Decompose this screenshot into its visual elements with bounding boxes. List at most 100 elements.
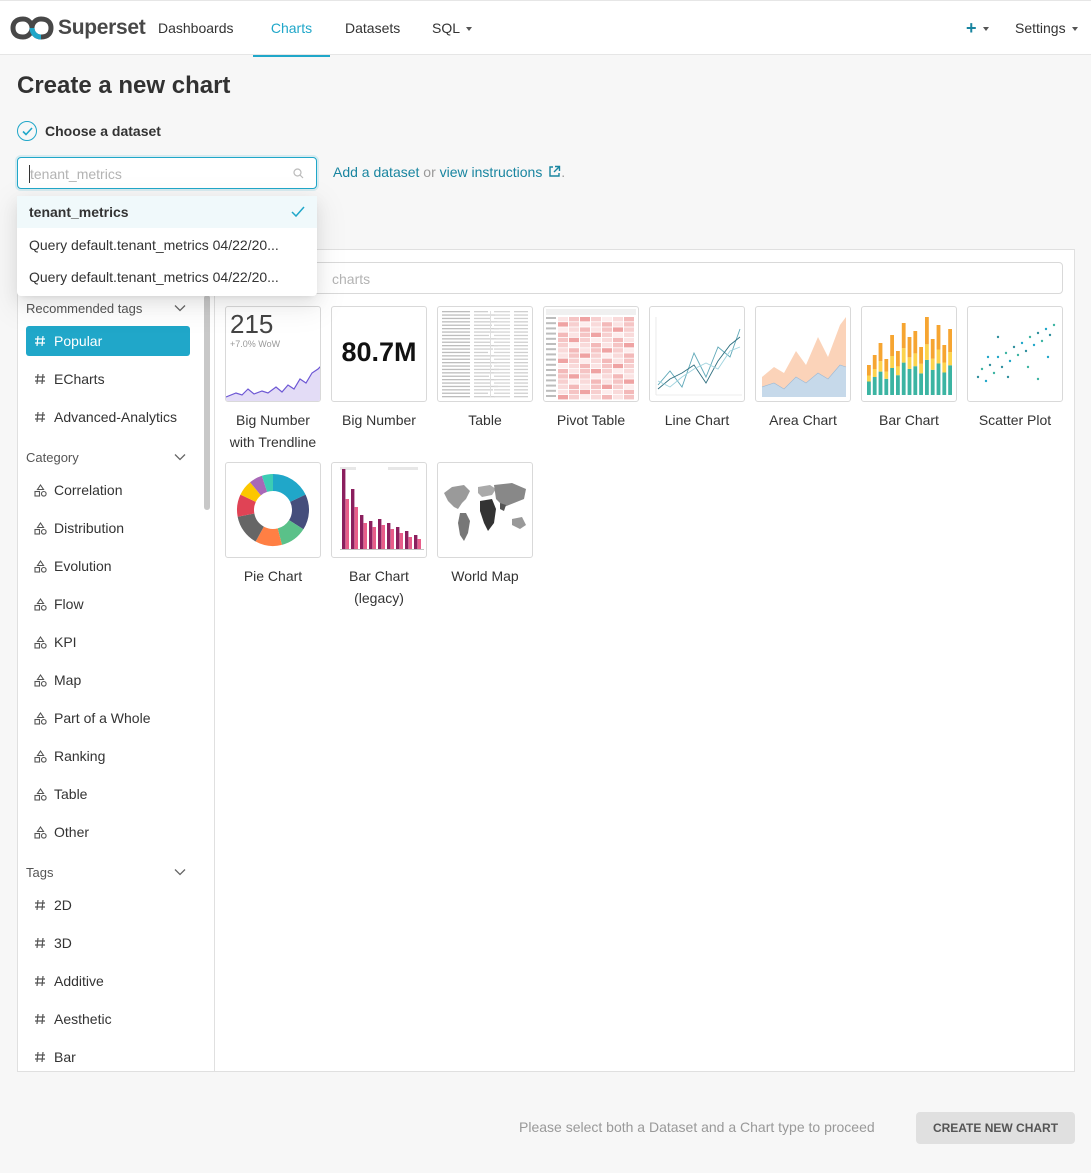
nav-dashboards[interactable]: Dashboards	[158, 1, 234, 56]
thumb-value: 80.7M	[341, 337, 417, 367]
create-new-chart-button[interactable]: CREATE NEW CHART	[916, 1112, 1075, 1144]
pivot-table-graphic	[546, 309, 636, 400]
step-label: Choose a dataset	[45, 123, 161, 139]
dataset-option[interactable]: Query default.tenant_metrics 04/22/20...	[17, 261, 317, 293]
shapes-icon	[33, 741, 47, 771]
sidebar-item-label: 3D	[54, 935, 72, 951]
chart-tile-label-line: Big Number	[236, 412, 310, 428]
brand-logo[interactable]: Superset	[10, 13, 146, 43]
sidebar-item-label: Bar	[54, 1049, 76, 1065]
help-or: or	[419, 164, 440, 180]
sidebar-item-label: Popular	[54, 333, 103, 349]
sidebar-item-other[interactable]: Other	[26, 817, 190, 847]
section-header-label: Recommended tags	[26, 301, 143, 316]
sidebar-item-flow[interactable]: Flow	[26, 589, 190, 619]
shapes-icon	[33, 627, 47, 657]
sidebar-item-kpi[interactable]: KPI	[26, 627, 190, 657]
sidebar-item-tag-2d[interactable]: 2D	[26, 890, 190, 920]
sidebar-item-tag-aesthetic[interactable]: Aesthetic	[26, 1004, 190, 1034]
brand-name: Superset	[58, 16, 146, 39]
chart-thumbnail	[649, 306, 745, 402]
add-dataset-link[interactable]: Add a dataset	[333, 164, 419, 180]
plus-icon: +	[966, 18, 977, 38]
dataset-option[interactable]: Query default.tenant_metrics 04/22/20...	[17, 229, 317, 261]
chevron-down-icon	[466, 27, 473, 32]
legacy-bar-chart-graphic	[340, 467, 424, 550]
dataset-select-input[interactable]: tenant_metrics	[17, 157, 317, 189]
chart-filter-sidebar: Recommended tags Popular ECharts Advance…	[18, 250, 200, 1071]
sidebar-item-table[interactable]: Table	[26, 779, 190, 809]
nav-charts[interactable]: Charts	[253, 1, 330, 57]
shapes-icon	[33, 817, 47, 847]
pie-chart-graphic	[237, 474, 309, 546]
shapes-icon	[33, 779, 47, 809]
sidebar-item-map[interactable]: Map	[26, 665, 190, 695]
hash-icon	[33, 966, 47, 996]
nav-datasets[interactable]: Datasets	[345, 1, 400, 56]
hash-icon	[33, 364, 47, 394]
sidebar-item-label: Ranking	[54, 748, 106, 764]
sidebar-item-label: Flow	[54, 596, 84, 612]
search-icon	[293, 168, 304, 179]
chart-tile-label: Bar Chart	[879, 412, 939, 428]
chart-tile-label-line: Bar Chart	[349, 568, 409, 584]
chart-thumbnail	[331, 462, 427, 558]
chart-thumbnail	[543, 306, 639, 402]
sidebar-item-echarts[interactable]: ECharts	[26, 364, 190, 394]
chart-tile-label: Big Number	[342, 412, 416, 428]
view-instructions-link[interactable]: view instructions	[440, 164, 562, 180]
chevron-down-icon	[174, 869, 186, 876]
scrollbar-thumb[interactable]	[204, 295, 210, 510]
sidebar-item-label: Part of a Whole	[54, 710, 151, 726]
sidebar-item-tag-bar[interactable]: Bar	[26, 1042, 190, 1071]
sidebar-scrollbar[interactable]	[203, 250, 213, 1071]
chart-thumbnail	[861, 306, 957, 402]
chart-thumbnail	[437, 462, 533, 558]
shapes-icon	[33, 513, 47, 543]
shapes-icon	[33, 589, 47, 619]
section-header-label: Tags	[26, 865, 54, 880]
add-new-menu[interactable]: +	[966, 1, 989, 56]
hash-icon	[33, 928, 47, 958]
chart-tile-label: World Map	[451, 568, 519, 584]
settings-menu[interactable]: Settings	[1015, 1, 1078, 56]
nav-sql-menu[interactable]: SQL	[432, 1, 473, 56]
section-header-label: Category	[26, 450, 79, 465]
chart-thumbnail: 80.7M	[331, 306, 427, 402]
bar-chart-graphic	[867, 317, 952, 395]
sidebar-item-distribution[interactable]: Distribution	[26, 513, 190, 543]
section-header-category[interactable]: Category	[26, 450, 186, 470]
area-chart-graphic	[761, 317, 847, 397]
chart-tile-label: Pie Chart	[243, 568, 303, 584]
sidebar-item-label: Other	[54, 824, 90, 840]
dataset-dropdown: tenant_metrics Query default.tenant_metr…	[17, 196, 317, 296]
footer-message: Please select both a Dataset and a Chart…	[519, 1119, 875, 1135]
section-header-tags[interactable]: Tags	[26, 865, 186, 885]
step-choose-dataset: Choose a dataset	[17, 120, 161, 142]
chart-tile-label: Table	[468, 412, 502, 428]
sidebar-item-tag-additive[interactable]: Additive	[26, 966, 190, 996]
sidebar-item-label: Table	[54, 786, 88, 802]
sidebar-item-popular[interactable]: Popular	[26, 326, 190, 356]
section-header-recommended[interactable]: Recommended tags	[26, 301, 186, 321]
sidebar-item-part-of-a-whole[interactable]: Part of a Whole	[26, 703, 190, 733]
help-period: .	[561, 164, 566, 180]
sidebar-item-advanced-analytics[interactable]: Advanced-Analytics	[26, 402, 190, 432]
sidebar-item-label: Correlation	[54, 482, 123, 498]
sidebar-item-ranking[interactable]: Ranking	[26, 741, 190, 771]
dataset-select-placeholder: tenant_metrics	[30, 166, 122, 182]
search-charts-input[interactable]: charts	[225, 262, 1063, 294]
sidebar-item-label: Additive	[54, 973, 104, 989]
dataset-option[interactable]: tenant_metrics	[17, 196, 317, 228]
settings-label: Settings	[1015, 20, 1066, 36]
sidebar-item-tag-3d[interactable]: 3D	[26, 928, 190, 958]
checkmark-icon	[291, 206, 305, 218]
sidebar-item-label: 2D	[54, 897, 72, 913]
sidebar-item-correlation[interactable]: Correlation	[26, 475, 190, 505]
hash-icon	[33, 1004, 47, 1034]
sidebar-item-evolution[interactable]: Evolution	[26, 551, 190, 581]
line-chart-graphic	[655, 317, 742, 396]
chart-tile-label: Pivot Table	[556, 412, 626, 428]
nav-sql-label: SQL	[432, 20, 461, 36]
chart-tile-label: Bar Chart (legacy)	[326, 565, 432, 609]
